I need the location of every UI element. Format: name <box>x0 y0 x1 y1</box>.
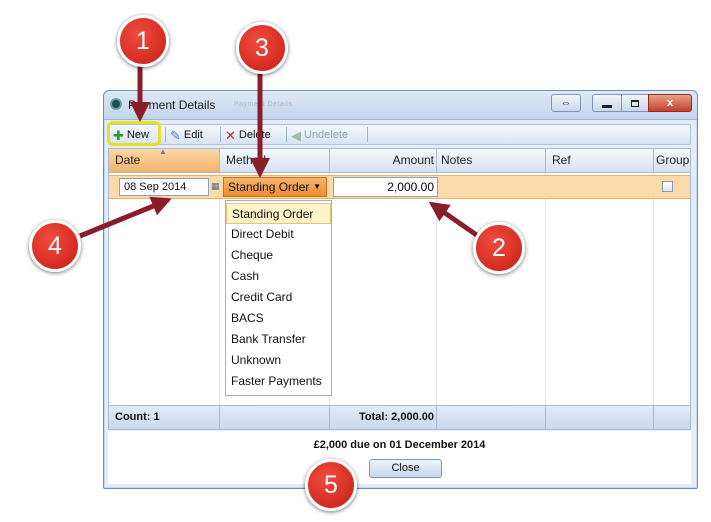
annotation-arrows <box>79 60 480 239</box>
annotation-badge-4: 4 <box>29 220 81 272</box>
annotation-badge-3: 3 <box>236 22 288 74</box>
annotation-badge-1: 1 <box>117 15 169 67</box>
arrow-4 <box>79 196 172 239</box>
arrow-2 <box>428 201 480 239</box>
annotation-badge-5: 5 <box>305 459 357 511</box>
annotation-badge-2: 2 <box>473 222 525 274</box>
